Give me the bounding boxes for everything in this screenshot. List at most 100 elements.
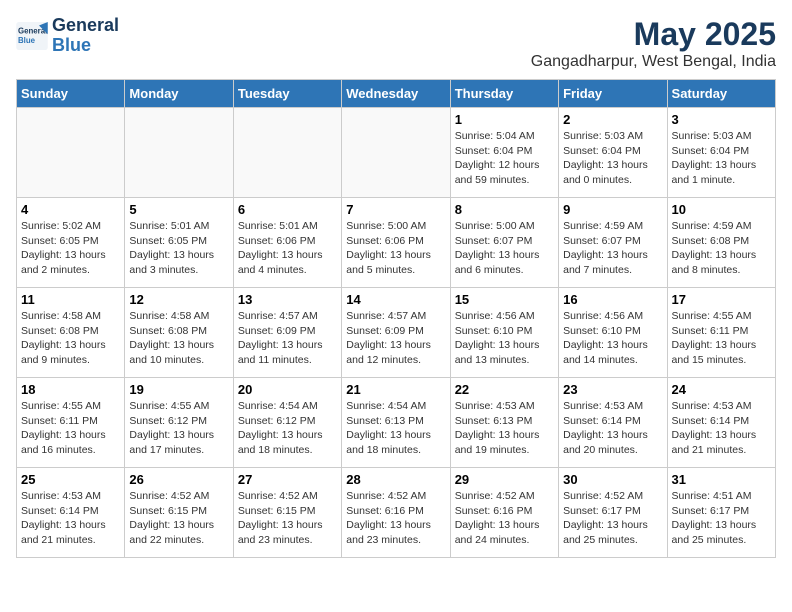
calendar-cell: 22Sunrise: 4:53 AM Sunset: 6:13 PM Dayli…: [450, 378, 558, 468]
day-number: 20: [238, 382, 337, 397]
calendar-cell: 12 Sunrise: 4:58 AM Sunset: 6:08 PM Dayli…: [125, 288, 233, 378]
day-number: 19: [129, 382, 228, 397]
day-info: Sunrise: 4:57 AM Sunset: 6:09 PM Dayligh…: [238, 309, 337, 368]
weekday-header-sunday: Sunday: [17, 80, 125, 108]
calendar-cell: 24 Sunrise: 4:53 AM Sunset: 6:14 PM Dayli…: [667, 378, 775, 468]
calendar-cell: 6 Sunrise: 5:01 AM Sunset: 6:06 PM Daylig…: [233, 198, 341, 288]
calendar-cell: 8 Sunrise: 5:00 AM Sunset: 6:07 PM Daylig…: [450, 198, 558, 288]
week-row-4: 18Sunrise: 4:55 AM Sunset: 6:11 PM Dayli…: [17, 378, 776, 468]
day-number: 14: [346, 292, 445, 307]
day-number: 28: [346, 472, 445, 487]
day-info: Sunrise: 4:55 AM Sunset: 6:11 PM Dayligh…: [21, 399, 120, 458]
weekday-header-tuesday: Tuesday: [233, 80, 341, 108]
day-number: 6: [238, 202, 337, 217]
day-number: 23: [563, 382, 662, 397]
calendar-cell: 2Sunrise: 5:03 AM Sunset: 6:04 PM Daylig…: [559, 108, 667, 198]
day-number: 5: [129, 202, 228, 217]
day-number: 30: [563, 472, 662, 487]
weekday-header-row: SundayMondayTuesdayWednesdayThursdayFrid…: [17, 80, 776, 108]
day-info: Sunrise: 4:53 AM Sunset: 6:14 PM Dayligh…: [672, 399, 771, 458]
calendar-cell: 25 Sunrise: 4:53 AM Sunset: 6:14 PM Dayli…: [17, 468, 125, 558]
weekday-header-friday: Friday: [559, 80, 667, 108]
day-info: Sunrise: 5:01 AM Sunset: 6:06 PM Dayligh…: [238, 219, 337, 278]
page-header: General Blue General Blue May 2025 Ganga…: [16, 16, 776, 71]
day-info: Sunrise: 4:51 AM Sunset: 6:17 PM Dayligh…: [672, 489, 771, 548]
title-section: May 2025 Gangadharpur, West Bengal, Indi…: [531, 16, 776, 71]
day-number: 7: [346, 202, 445, 217]
week-row-2: 4Sunrise: 5:02 AM Sunset: 6:05 PM Daylig…: [17, 198, 776, 288]
day-number: 26: [129, 472, 228, 487]
day-number: 8: [455, 202, 554, 217]
calendar-cell: [342, 108, 450, 198]
calendar-cell: 1 Sunrise: 5:04 AM Sunset: 6:04 PM Daylig…: [450, 108, 558, 198]
day-info: Sunrise: 5:03 AM Sunset: 6:04 PM Dayligh…: [672, 129, 771, 188]
day-number: 10: [672, 202, 771, 217]
day-info: Sunrise: 4:59 AM Sunset: 6:07 PM Dayligh…: [563, 219, 662, 278]
week-row-1: 1 Sunrise: 5:04 AM Sunset: 6:04 PM Daylig…: [17, 108, 776, 198]
day-number: 31: [672, 472, 771, 487]
calendar-cell: 13 Sunrise: 4:57 AM Sunset: 6:09 PM Dayli…: [233, 288, 341, 378]
calendar-cell: 3Sunrise: 5:03 AM Sunset: 6:04 PM Daylig…: [667, 108, 775, 198]
day-info: Sunrise: 5:04 AM Sunset: 6:04 PM Dayligh…: [455, 129, 554, 188]
day-number: 29: [455, 472, 554, 487]
day-number: 9: [563, 202, 662, 217]
calendar-cell: 31 Sunrise: 4:51 AM Sunset: 6:17 PM Dayli…: [667, 468, 775, 558]
day-number: 13: [238, 292, 337, 307]
day-info: Sunrise: 4:53 AM Sunset: 6:14 PM Dayligh…: [563, 399, 662, 458]
day-info: Sunrise: 4:52 AM Sunset: 6:17 PM Dayligh…: [563, 489, 662, 548]
calendar-cell: 14Sunrise: 4:57 AM Sunset: 6:09 PM Dayli…: [342, 288, 450, 378]
day-number: 27: [238, 472, 337, 487]
weekday-header-saturday: Saturday: [667, 80, 775, 108]
day-info: Sunrise: 5:00 AM Sunset: 6:06 PM Dayligh…: [346, 219, 445, 278]
day-info: Sunrise: 4:54 AM Sunset: 6:12 PM Dayligh…: [238, 399, 337, 458]
calendar-cell: [233, 108, 341, 198]
calendar-cell: 9 Sunrise: 4:59 AM Sunset: 6:07 PM Daylig…: [559, 198, 667, 288]
month-title: May 2025: [531, 16, 776, 53]
day-info: Sunrise: 4:56 AM Sunset: 6:10 PM Dayligh…: [455, 309, 554, 368]
week-row-5: 25 Sunrise: 4:53 AM Sunset: 6:14 PM Dayli…: [17, 468, 776, 558]
calendar-cell: 23 Sunrise: 4:53 AM Sunset: 6:14 PM Dayli…: [559, 378, 667, 468]
day-info: Sunrise: 4:58 AM Sunset: 6:08 PM Dayligh…: [129, 309, 228, 368]
calendar-cell: 19 Sunrise: 4:55 AM Sunset: 6:12 PM Dayli…: [125, 378, 233, 468]
day-info: Sunrise: 4:55 AM Sunset: 6:12 PM Dayligh…: [129, 399, 228, 458]
logo-icon: General Blue: [16, 22, 48, 50]
location-title: Gangadharpur, West Bengal, India: [531, 53, 776, 71]
day-number: 25: [21, 472, 120, 487]
day-info: Sunrise: 4:56 AM Sunset: 6:10 PM Dayligh…: [563, 309, 662, 368]
day-info: Sunrise: 4:52 AM Sunset: 6:15 PM Dayligh…: [238, 489, 337, 548]
day-info: Sunrise: 5:00 AM Sunset: 6:07 PM Dayligh…: [455, 219, 554, 278]
calendar-cell: 5 Sunrise: 5:01 AM Sunset: 6:05 PM Daylig…: [125, 198, 233, 288]
day-info: Sunrise: 5:02 AM Sunset: 6:05 PM Dayligh…: [21, 219, 120, 278]
calendar-cell: 26 Sunrise: 4:52 AM Sunset: 6:15 PM Dayli…: [125, 468, 233, 558]
calendar-cell: 15 Sunrise: 4:56 AM Sunset: 6:10 PM Dayli…: [450, 288, 558, 378]
day-info: Sunrise: 4:59 AM Sunset: 6:08 PM Dayligh…: [672, 219, 771, 278]
day-number: 15: [455, 292, 554, 307]
day-info: Sunrise: 4:58 AM Sunset: 6:08 PM Dayligh…: [21, 309, 120, 368]
calendar-cell: 18Sunrise: 4:55 AM Sunset: 6:11 PM Dayli…: [17, 378, 125, 468]
day-info: Sunrise: 5:03 AM Sunset: 6:04 PM Dayligh…: [563, 129, 662, 188]
calendar-cell: 28 Sunrise: 4:52 AM Sunset: 6:16 PM Dayli…: [342, 468, 450, 558]
day-number: 24: [672, 382, 771, 397]
day-info: Sunrise: 4:52 AM Sunset: 6:16 PM Dayligh…: [346, 489, 445, 548]
day-info: Sunrise: 4:54 AM Sunset: 6:13 PM Dayligh…: [346, 399, 445, 458]
calendar-cell: 20 Sunrise: 4:54 AM Sunset: 6:12 PM Dayli…: [233, 378, 341, 468]
calendar-cell: 29 Sunrise: 4:52 AM Sunset: 6:16 PM Dayli…: [450, 468, 558, 558]
day-info: Sunrise: 4:53 AM Sunset: 6:14 PM Dayligh…: [21, 489, 120, 548]
logo-text: General Blue: [52, 16, 119, 56]
day-info: Sunrise: 4:52 AM Sunset: 6:16 PM Dayligh…: [455, 489, 554, 548]
day-number: 1: [455, 112, 554, 127]
day-number: 11: [21, 292, 120, 307]
calendar-cell: 30 Sunrise: 4:52 AM Sunset: 6:17 PM Dayli…: [559, 468, 667, 558]
day-info: Sunrise: 4:53 AM Sunset: 6:13 PM Dayligh…: [455, 399, 554, 458]
calendar: SundayMondayTuesdayWednesdayThursdayFrid…: [16, 79, 776, 558]
day-info: Sunrise: 5:01 AM Sunset: 6:05 PM Dayligh…: [129, 219, 228, 278]
calendar-cell: 11 Sunrise: 4:58 AM Sunset: 6:08 PM Dayli…: [17, 288, 125, 378]
day-info: Sunrise: 4:52 AM Sunset: 6:15 PM Dayligh…: [129, 489, 228, 548]
week-row-3: 11 Sunrise: 4:58 AM Sunset: 6:08 PM Dayli…: [17, 288, 776, 378]
calendar-cell: 27 Sunrise: 4:52 AM Sunset: 6:15 PM Dayli…: [233, 468, 341, 558]
calendar-cell: 16Sunrise: 4:56 AM Sunset: 6:10 PM Dayli…: [559, 288, 667, 378]
day-number: 17: [672, 292, 771, 307]
logo: General Blue General Blue: [16, 16, 119, 56]
day-number: 12: [129, 292, 228, 307]
calendar-cell: 17Sunrise: 4:55 AM Sunset: 6:11 PM Dayli…: [667, 288, 775, 378]
